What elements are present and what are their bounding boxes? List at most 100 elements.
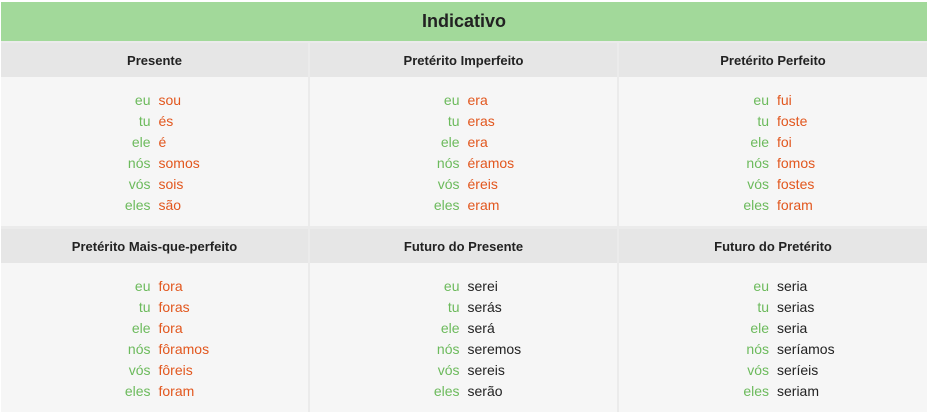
conjugation-row: tu és [1,110,308,131]
irregular-verb-form: éramos [467,154,515,171]
regular-verb-form: seremos [467,340,522,357]
irregular-verb-form: foram [158,382,195,399]
pronoun-label: eu [443,277,460,294]
pronoun-label: nós [746,340,769,357]
conjugation-row: eles foram [619,194,927,215]
regular-verb-form: seríamos [777,340,835,357]
pronoun-label: ele [750,319,769,336]
conjugation-row: tu serias [619,296,927,317]
conjugation-row: nós somos [1,152,308,173]
conjugation-row: nós seríamos [619,338,927,359]
pronoun-label: tu [138,112,151,129]
conjugation-row: eu serei [310,275,617,296]
pronoun-label: nós [436,154,460,171]
pronoun-label: eles [433,382,460,399]
pronoun-label: eles [743,382,769,399]
pronoun-label: eu [753,91,769,108]
conjugation-row: vós sois [1,173,308,194]
irregular-verb-form: fôramos [158,340,210,357]
conjugation-row: vós fôreis [1,359,308,380]
pronoun-label: eu [134,91,151,108]
conjugation-row: eu era [310,89,617,110]
pronoun-label: vós [747,175,769,192]
conjugation-row: nós seremos [310,338,617,359]
pronoun-label: eu [753,277,769,294]
irregular-verb-form: sou [158,91,182,108]
irregular-verb-form: somos [158,154,200,171]
pronoun-label: tu [138,298,151,315]
conjugation-list: eu era tu eras ele era nós éramos vós éreis eles er… [310,89,617,215]
conjugation-row: nós éramos [310,152,617,173]
pronoun-label: vós [747,361,769,378]
tense-heading: Pretérito Mais-que-perfeito [1,229,308,263]
pronoun-label: ele [440,319,460,336]
pronoun-label: tu [447,112,460,129]
pronoun-label: tu [757,112,769,129]
irregular-verb-form: és [158,112,174,129]
tense-cell: Presente eu sou tu és ele é nós somos vós sois ele… [1,43,308,226]
conjugation-row: ele seria [619,317,927,338]
conjugation-row: tu serás [310,296,617,317]
conjugation-row: eu fora [1,275,308,296]
pronoun-label: vós [128,175,151,192]
pronoun-label: vós [437,361,460,378]
conjugation-row: tu eras [310,110,617,131]
irregular-verb-form: foras [158,298,190,315]
conjugation-row: ele fora [1,317,308,338]
conjugation-row: vós éreis [310,173,617,194]
conjugation-list: eu sou tu és ele é nós somos vós sois eles são [1,89,308,215]
conjugation-row: ele era [310,131,617,152]
pronoun-label: nós [127,340,151,357]
irregular-verb-form: foste [777,112,808,129]
irregular-verb-form: foram [777,196,813,213]
regular-verb-form: seríeis [777,361,819,378]
tense-cell: Futuro do Pretérito eu seria tu serias ele se… [619,229,927,412]
irregular-verb-form: fôreis [158,361,193,378]
conjugation-list: eu seria tu serias ele seria nós seríamos vós ser… [619,275,927,401]
conjugation-row: eles foram [1,380,308,401]
tense-cell: Futuro do Presente eu serei tu serás ele será… [310,229,617,412]
irregular-verb-form: são [158,196,182,213]
mood-title: Indicativo [1,2,927,41]
irregular-verb-form: fomos [777,154,816,171]
conjugation-row: vós sereis [310,359,617,380]
irregular-verb-form: fostes [777,175,815,192]
regular-verb-form: serás [467,298,502,315]
irregular-verb-form: eras [467,112,495,129]
conjugation-row: vós seríeis [619,359,927,380]
conjugation-row: eles são [1,194,308,215]
pronoun-label: nós [746,154,769,171]
pronoun-label: eles [124,382,151,399]
conjugation-table: Indicativo Presente eu sou tu és ele é nós somo… [1,2,927,412]
irregular-verb-form: era [467,91,488,108]
irregular-verb-form: fora [158,319,183,336]
conjugation-row: ele é [1,131,308,152]
pronoun-label: ele [131,319,151,336]
regular-verb-form: seriam [777,382,820,399]
tense-row-top: Presente eu sou tu és ele é nós somos vós sois ele… [1,43,927,226]
pronoun-label: eles [433,196,460,213]
irregular-verb-form: foi [777,133,792,150]
irregular-verb-form: fui [777,91,792,108]
pronoun-label: tu [447,298,460,315]
irregular-verb-form: é [158,133,167,150]
conjugation-row: tu foras [1,296,308,317]
conjugation-list: eu serei tu serás ele será nós seremos vós sereis… [310,275,617,401]
regular-verb-form: seria [777,319,808,336]
conjugation-row: nós fôramos [1,338,308,359]
regular-verb-form: seria [777,277,808,294]
tense-cell: Pretérito Mais-que-perfeito eu fora tu fora… [1,229,308,412]
irregular-verb-form: era [467,133,488,150]
conjugation-row: eles seriam [619,380,927,401]
pronoun-label: tu [757,298,769,315]
pronoun-label: ele [131,133,151,150]
conjugation-row: ele foi [619,131,927,152]
pronoun-label: vós [437,175,460,192]
conjugation-row: eu fui [619,89,927,110]
irregular-verb-form: sois [158,175,184,192]
regular-verb-form: será [467,319,495,336]
conjugation-row: eles eram [310,194,617,215]
tense-heading: Presente [1,43,308,77]
pronoun-label: eles [743,196,769,213]
conjugation-row: nós fomos [619,152,927,173]
